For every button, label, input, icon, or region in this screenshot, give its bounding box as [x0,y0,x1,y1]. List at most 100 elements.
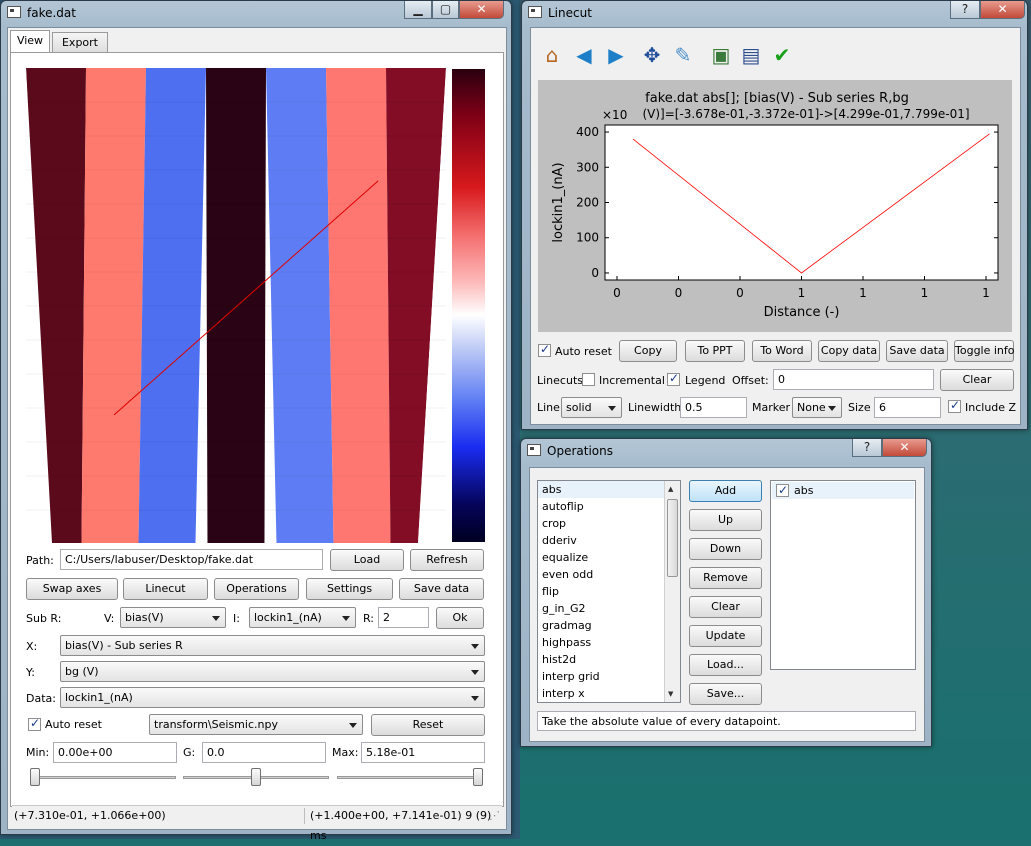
maximize-button[interactable]: ▢ [432,1,459,19]
save-ops-button[interactable]: Save... [689,683,762,705]
incremental-checkbox[interactable] [582,373,595,386]
applied-item[interactable]: abs [772,482,914,499]
v-select[interactable]: bias(V) [120,607,226,628]
to-ppt-button[interactable]: To PPT [685,340,745,362]
path-field[interactable]: C:/Users/labuser/Desktop/fake.dat [60,549,323,570]
applied-operations-list[interactable]: abs [770,480,916,670]
legend-checkbox[interactable] [667,371,680,386]
size-field[interactable]: 6 [874,397,941,418]
save-data-button[interactable]: Save data [886,340,948,362]
save-icon[interactable]: ▤ [738,42,764,68]
close-button[interactable]: ✕ [882,439,927,457]
operation-item-flip[interactable]: flip [538,583,680,600]
clear-linecuts-button[interactable]: Clear [940,369,1014,391]
app-icon [7,6,21,18]
operation-item-hist2d[interactable]: hist2d [538,651,680,668]
pan-icon[interactable]: ✥ [639,42,665,68]
ok-button[interactable]: Ok [436,607,484,629]
status-bar: (+7.310e-01, +1.066e+00) (+1.400e+00, +7… [12,805,502,842]
data-select[interactable]: lockin1_(nA) [60,687,485,708]
configure-icon[interactable]: ▣ [708,42,734,68]
close-button[interactable]: ✕ [980,1,1025,19]
operation-item-dderiv[interactable]: dderiv [538,532,680,549]
load-button[interactable]: Load [330,549,404,571]
i-select[interactable]: lockin1_(nA) [249,607,356,628]
operation-item-abs[interactable]: abs [538,481,680,498]
line-style-select[interactable]: solid [561,397,622,418]
colormap-select[interactable]: transform\Seismic.npy [149,714,363,735]
reset-button[interactable]: Reset [371,714,485,736]
gamma-field[interactable]: 0.0 [202,742,326,763]
max-slider-thumb[interactable] [473,768,483,786]
forward-icon[interactable]: ▶ [603,42,629,68]
operation-item-autoflip[interactable]: autoflip [538,498,680,515]
linecut-chart[interactable]: fake.dat abs[]; [bias(V) - Sub series R,… [538,80,1012,332]
linecut-titlebar[interactable]: Linecut ? ✕ [522,1,1027,25]
lc-auto-reset-checkbox[interactable] [538,342,551,357]
operation-item-highpass[interactable]: highpass [538,634,680,651]
x-select[interactable]: bias(V) - Sub series R [60,635,485,656]
max-slider-track[interactable] [337,776,483,779]
linecut-button[interactable]: Linecut [123,578,208,600]
clear-button[interactable]: Clear [689,596,762,618]
swap-axes-button[interactable]: Swap axes [26,578,118,600]
min-slider-track[interactable] [30,776,176,779]
help-button[interactable]: ? [852,439,882,457]
main-titlebar[interactable]: fake.dat ▁ ▢ ✕ [1,1,511,25]
scroll-down-icon[interactable]: ▼ [668,690,673,698]
operation-item-interp-grid[interactable]: interp grid [538,668,680,685]
gamma-slider-thumb[interactable] [251,768,261,786]
check-icon[interactable]: ✔ [769,42,795,68]
operation-item-gradmag[interactable]: gradmag [538,617,680,634]
max-field[interactable]: 5.18e-01 [361,742,485,763]
save-data-button[interactable]: Save data [399,578,484,600]
marker-select[interactable]: None [792,397,842,418]
heatmap-plot[interactable] [26,68,446,543]
v-label: V: [104,612,115,625]
r-field[interactable]: 2 [378,607,429,628]
home-icon[interactable]: ⌂ [539,42,565,68]
min-field[interactable]: 0.00e+00 [53,742,177,763]
include-z-checkbox[interactable] [948,398,961,413]
edit-icon[interactable]: ✎ [670,42,696,68]
heatmap-canvas[interactable] [26,68,446,543]
tab-export[interactable]: Export [52,32,108,52]
operations-button[interactable]: Operations [214,578,299,600]
operations-scrollbar[interactable]: ▲ ▼ [664,481,680,702]
to-word-button[interactable]: To Word [752,340,812,362]
y-select[interactable]: bg (V) [60,661,485,682]
applied-item-checkbox[interactable] [776,482,789,499]
operation-item-g-in-g2[interactable]: g_in_G2 [538,600,680,617]
operation-item-equalize[interactable]: equalize [538,549,680,566]
available-operations-list[interactable]: abs autoflip crop dderiv equalize even odd fli… [537,480,681,703]
operation-item-crop[interactable]: crop [538,515,680,532]
operations-titlebar[interactable]: Operations ? ✕ [521,439,931,463]
operation-item-even-odd[interactable]: even odd [538,566,680,583]
refresh-button[interactable]: Refresh [410,549,484,571]
up-button[interactable]: Up [689,509,762,531]
tab-view[interactable]: View [10,30,50,52]
linewidth-field[interactable]: 0.5 [680,397,747,418]
copy-data-button[interactable]: Copy data [818,340,880,362]
back-icon[interactable]: ◀ [571,42,597,68]
help-button[interactable]: ? [950,1,980,19]
plot-axes[interactable] [604,124,999,281]
scroll-thumb[interactable] [667,499,678,577]
offset-field[interactable]: 0 [773,369,934,390]
minimize-button[interactable]: ▁ [404,1,432,19]
operation-item-interp-x[interactable]: interp x [538,685,680,702]
remove-button[interactable]: Remove [689,567,762,589]
add-button[interactable]: Add [689,480,762,502]
status-divider [304,808,305,824]
load-ops-button[interactable]: Load... [689,654,762,676]
settings-button[interactable]: Settings [306,578,393,600]
copy-button[interactable]: Copy [619,340,677,362]
scroll-up-icon[interactable]: ▲ [668,485,673,493]
min-slider-thumb[interactable] [30,768,40,786]
update-button[interactable]: Update [689,625,762,647]
close-button[interactable]: ✕ [459,1,504,19]
main-window: fake.dat ▁ ▢ ✕ View Export Path: C:/User… [0,0,512,842]
auto-reset-checkbox[interactable] [28,716,41,731]
toggle-info-button[interactable]: Toggle info [954,340,1015,362]
down-button[interactable]: Down [689,538,762,560]
